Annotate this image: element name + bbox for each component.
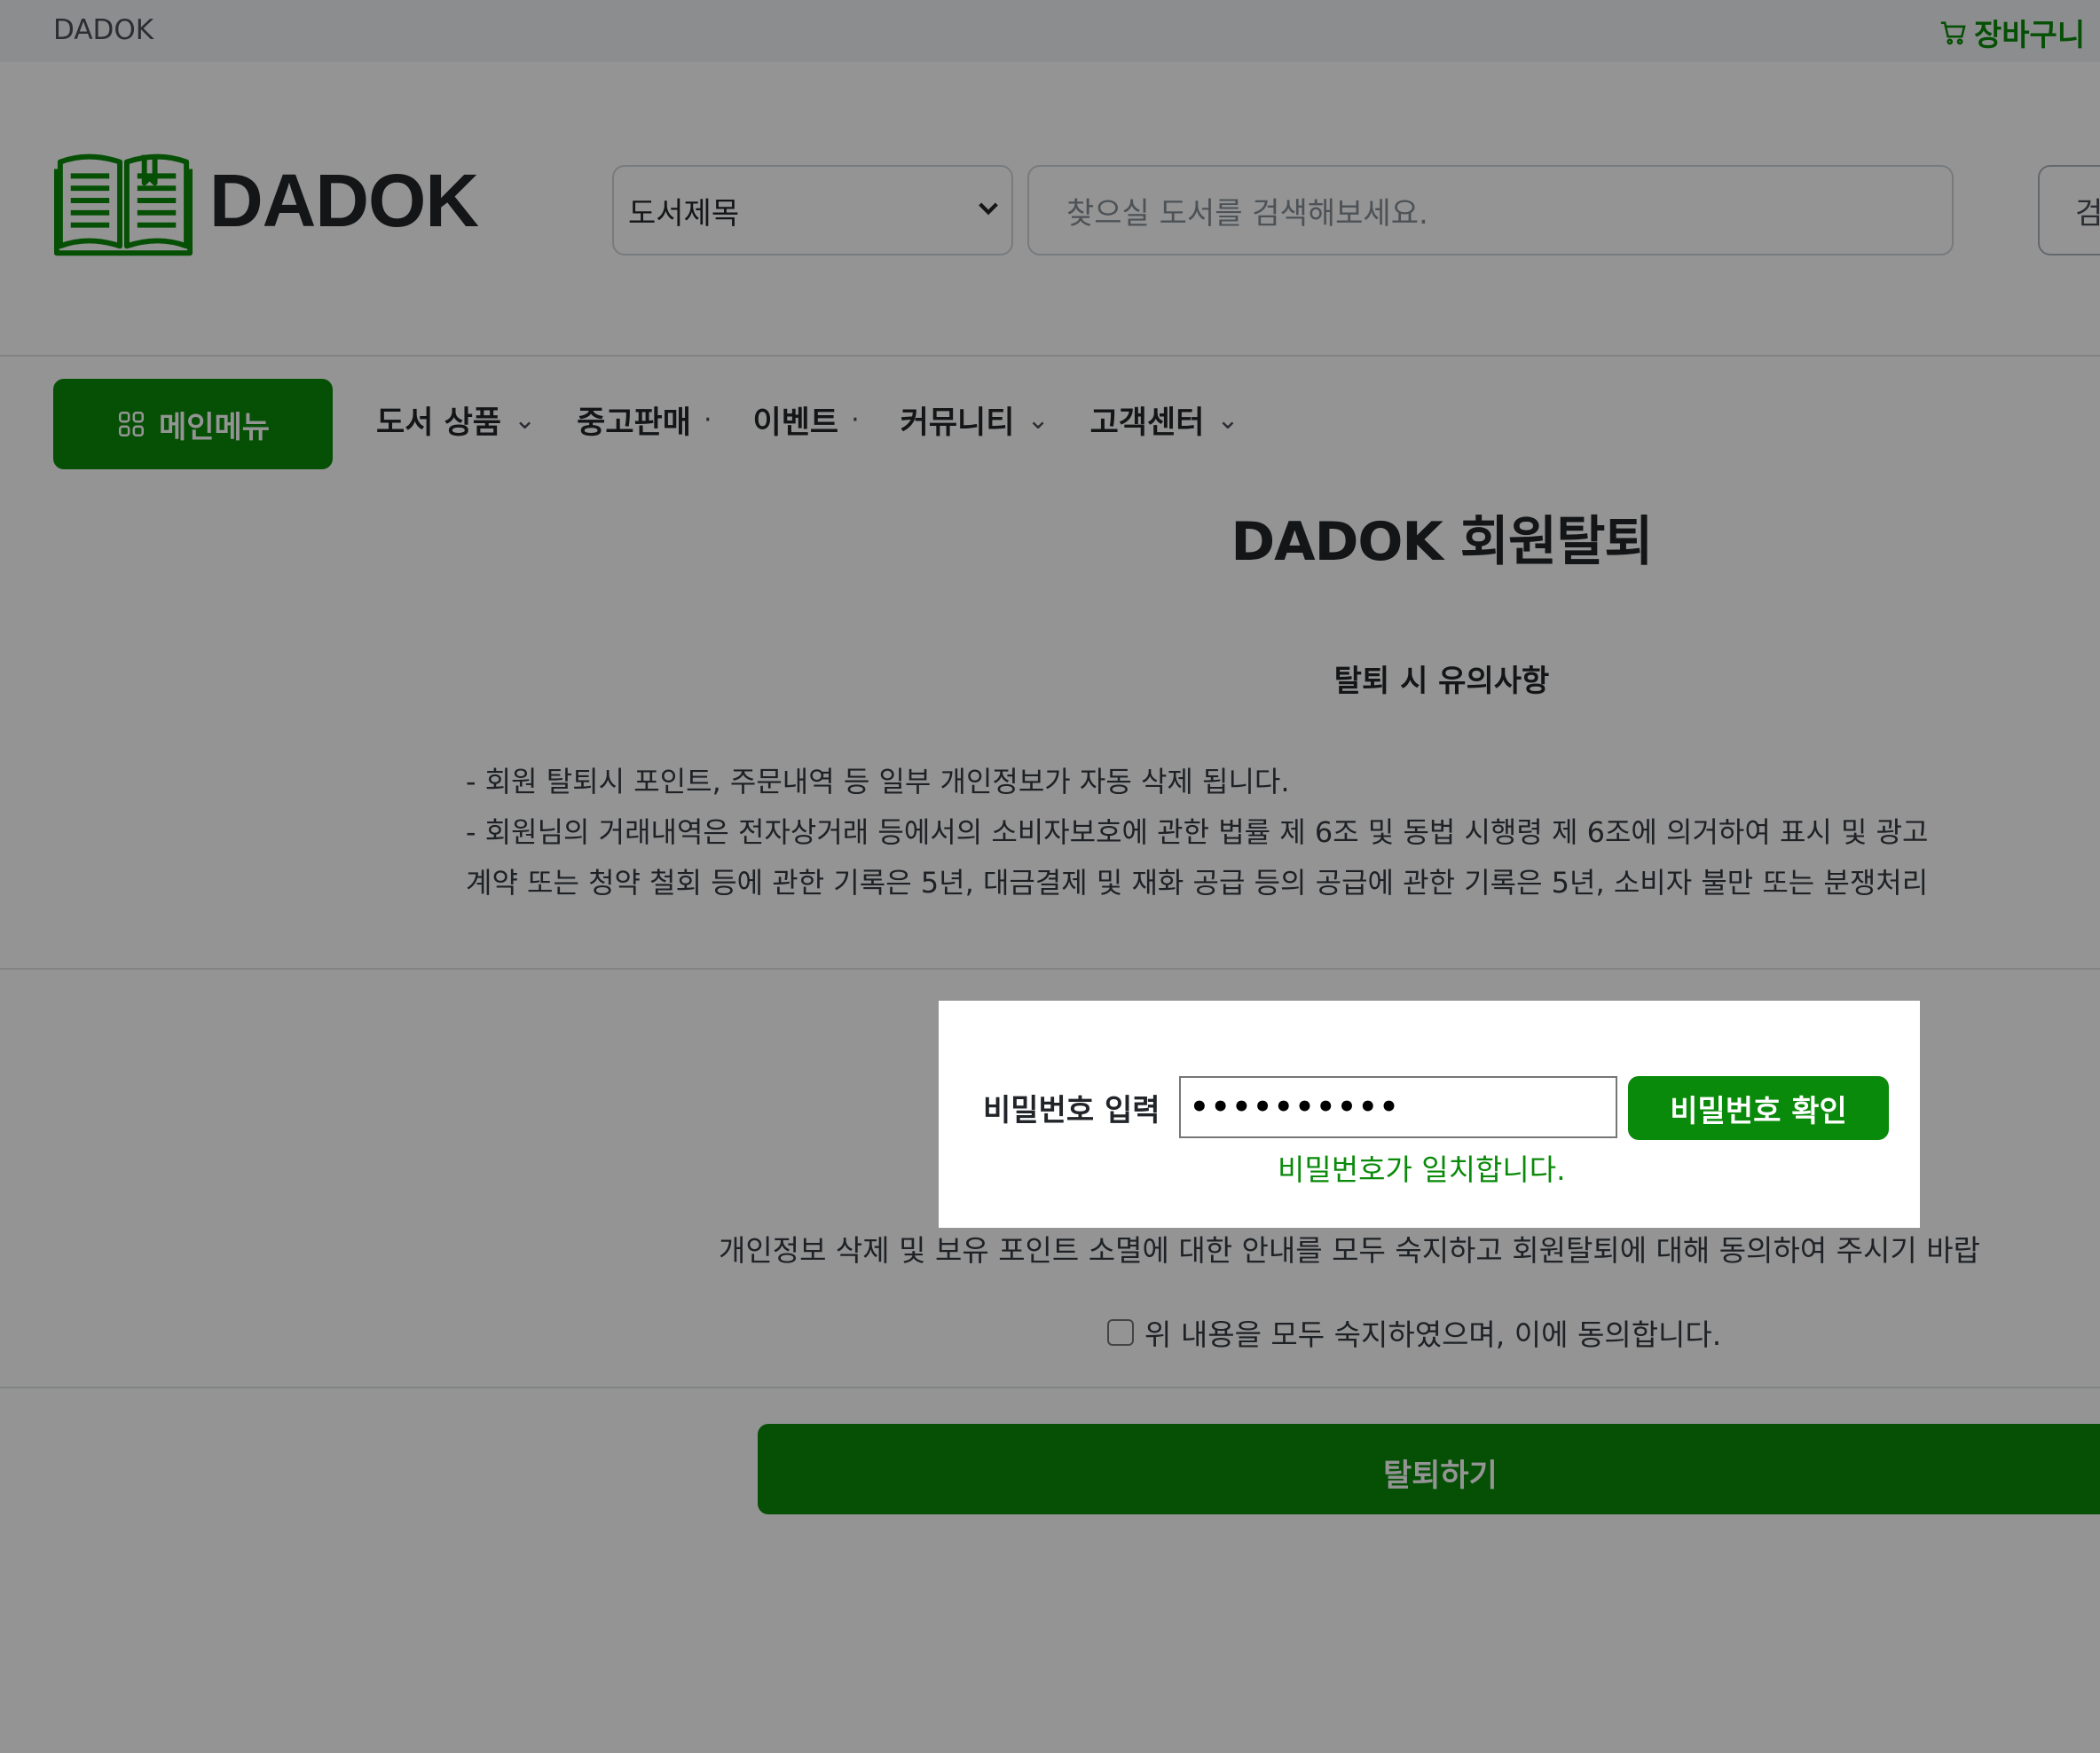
password-label: 비밀번호 입력 xyxy=(983,1093,1160,1128)
password-confirm-label: 비밀번호 확인 xyxy=(1670,1093,1847,1129)
password-confirm-button[interactable]: 비밀번호 확인 xyxy=(1628,1076,1889,1140)
password-input[interactable]: •••••••••• xyxy=(1179,1076,1617,1138)
password-value: •••••••••• xyxy=(1190,1089,1401,1125)
password-match-message: 비밀번호가 일치합니다. xyxy=(1278,1152,1566,1187)
password-layer: 비밀번호 입력 •••••••••• 비밀번호 확인 비밀번호가 일치합니다. xyxy=(0,0,2100,1753)
